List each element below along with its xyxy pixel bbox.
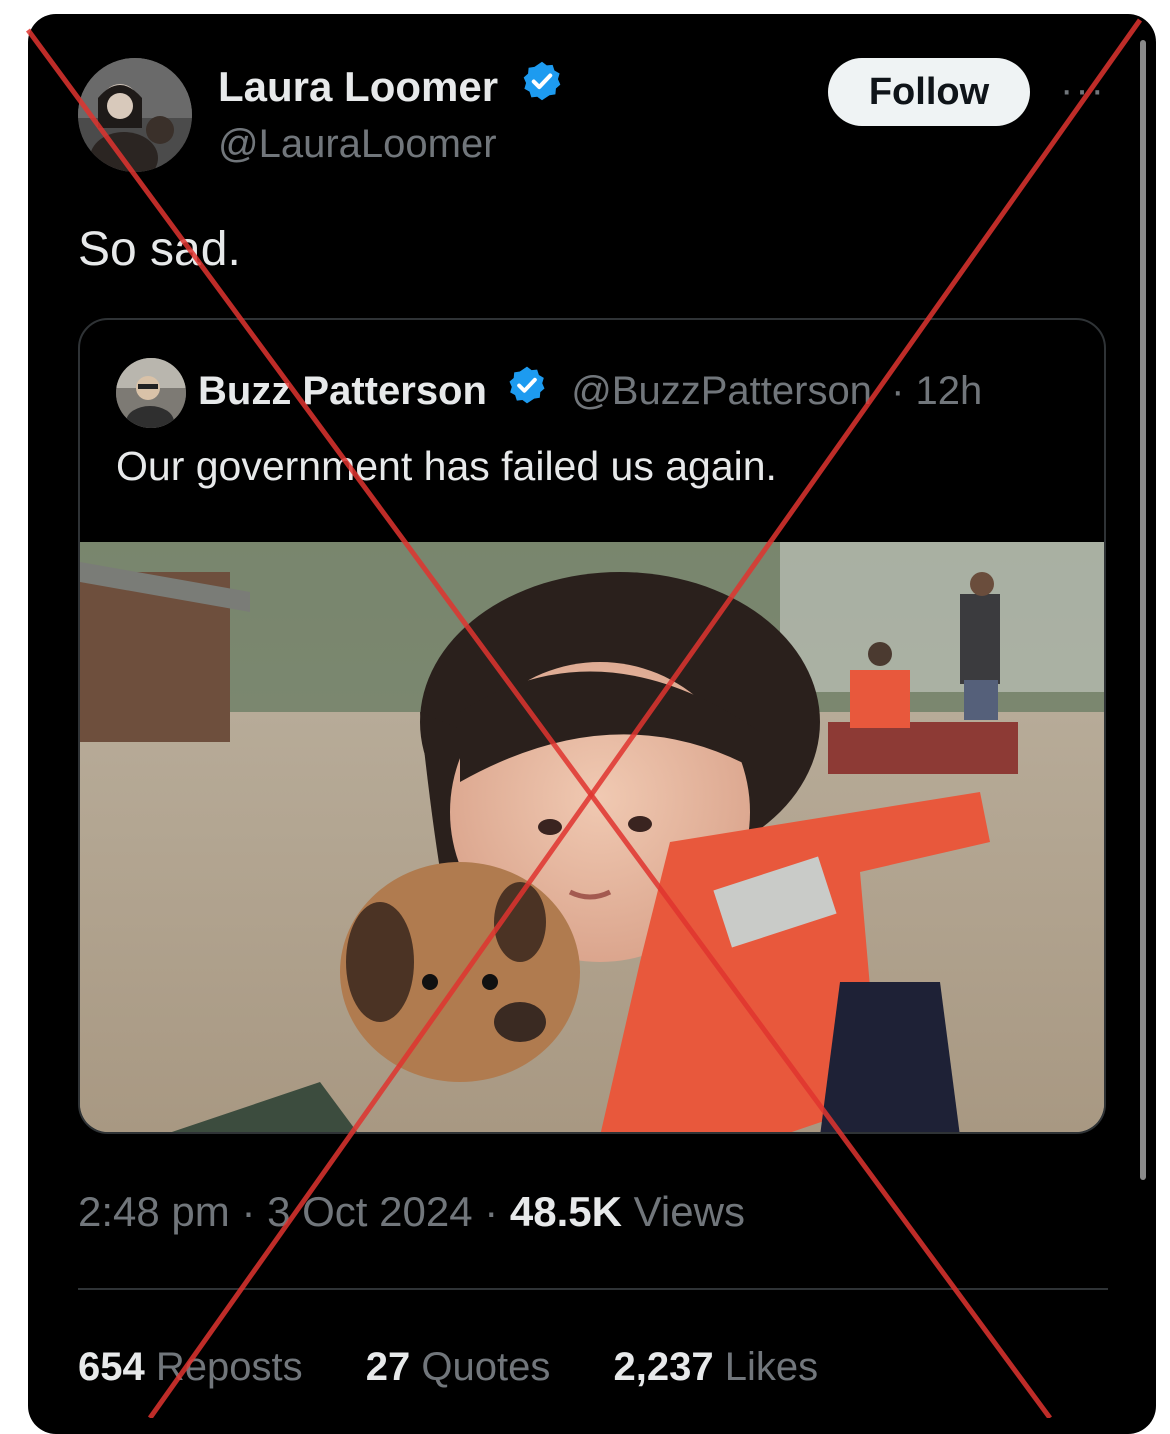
likes-stat[interactable]: 2,237 Likes <box>613 1342 818 1392</box>
tweet-text: So sad. <box>78 223 241 276</box>
verified-badge-icon <box>520 59 564 114</box>
quoted-text: Our government has failed us again. <box>116 443 777 489</box>
author-handle[interactable]: @LauraLoomer <box>218 120 497 168</box>
follow-button[interactable]: Follow <box>828 58 1030 126</box>
quoted-tweet[interactable]: Buzz Patterson @BuzzPatterson · 12h Our … <box>78 318 1106 1134</box>
reposts-stat[interactable]: 654 Reposts <box>78 1342 303 1392</box>
tweet-card: Laura Loomer @LauraLoomer Follow ··· So … <box>28 14 1156 1434</box>
tweet-meta: 2:48 pm · 3 Oct 2024 · 48.5K Views <box>78 1186 745 1238</box>
author-name[interactable]: Laura Loomer <box>218 63 498 110</box>
author-name-row[interactable]: Laura Loomer <box>218 62 564 117</box>
more-options-icon[interactable]: ··· <box>1060 70 1106 110</box>
quoted-photo[interactable] <box>80 542 1104 1132</box>
verified-badge-icon <box>506 364 548 418</box>
tweet-time[interactable]: 2:48 pm <box>78 1188 230 1235</box>
divider <box>78 1288 1108 1290</box>
quotes-label: Quotes <box>421 1345 551 1389</box>
quoted-header: Buzz Patterson @BuzzPatterson · 12h <box>198 366 982 420</box>
engagement-stats: 654 Reposts 27 Quotes 2,237 Likes <box>78 1342 870 1392</box>
tweet-date[interactable]: 3 Oct 2024 <box>267 1188 472 1235</box>
reposts-label: Reposts <box>155 1345 303 1389</box>
meta-separator: · <box>241 1188 256 1235</box>
views-count: 48.5K <box>509 1188 622 1235</box>
quotes-stat[interactable]: 27 Quotes <box>366 1342 551 1392</box>
scrollbar[interactable] <box>1140 40 1146 1180</box>
likes-label: Likes <box>724 1345 819 1389</box>
meta-separator: · <box>484 1188 499 1235</box>
quoted-age: · 12h <box>891 369 983 413</box>
reposts-count: 654 <box>78 1345 145 1389</box>
quoted-author-handle[interactable]: @BuzzPatterson <box>571 369 872 413</box>
quoted-author-avatar[interactable] <box>116 358 186 428</box>
likes-count: 2,237 <box>613 1345 714 1389</box>
author-avatar[interactable] <box>78 58 192 172</box>
quotes-count: 27 <box>365 1345 411 1389</box>
quoted-author-name[interactable]: Buzz Patterson <box>198 369 487 413</box>
views-label: Views <box>633 1188 745 1235</box>
